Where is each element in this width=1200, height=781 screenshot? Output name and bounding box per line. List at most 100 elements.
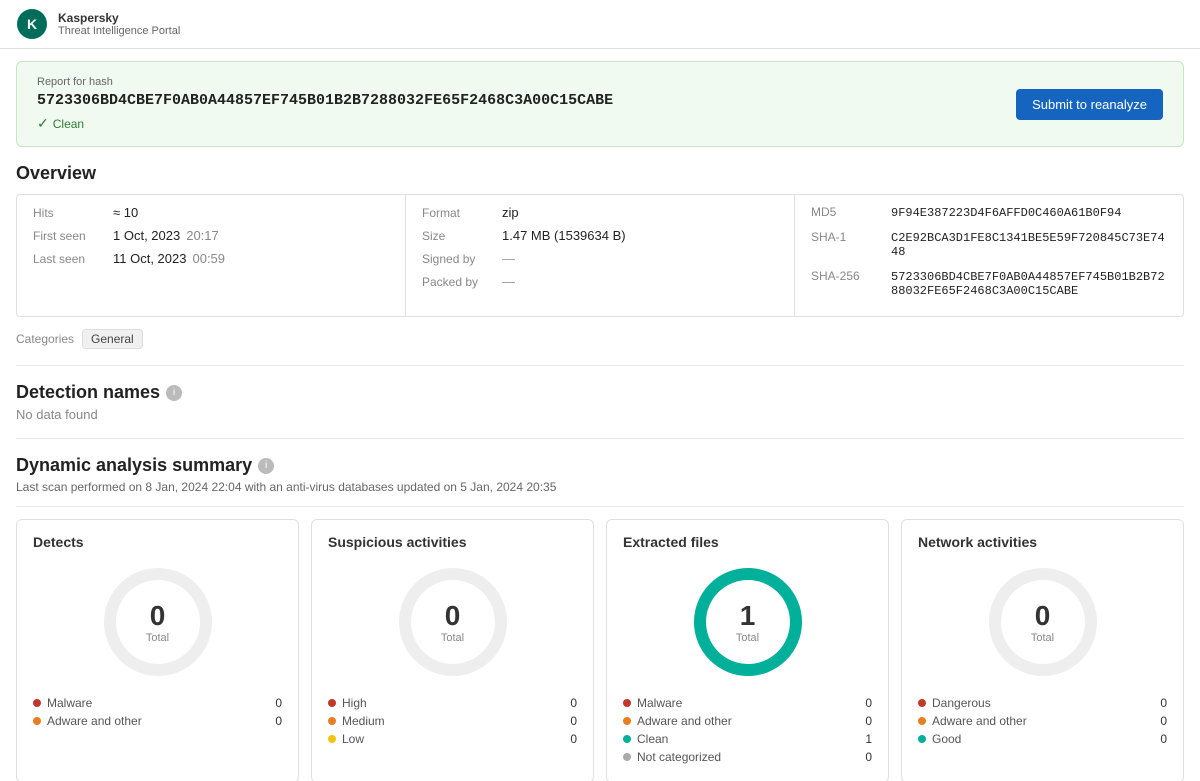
legend-item-network-2: Good 0 [918,732,1167,746]
header-title-block: Kaspersky Threat Intelligence Portal [58,11,180,37]
legend-dot-extracted-1 [623,717,631,725]
sha1-value: C2E92BCA3D1FE8C1341BE5E59F720845C73E7448 [891,231,1167,259]
legend-left-detects-0: Malware [33,696,92,710]
legend-name-network-1: Adware and other [932,714,1027,728]
legend-left-extracted-1: Adware and other [623,714,732,728]
overview-hits-row: Hits ≈ 10 [33,205,389,220]
categories-row: Categories General [16,329,1184,349]
firstseen-time: 20:17 [186,228,219,243]
card-title-network: Network activities [918,534,1167,550]
donut-label-detects: Total [146,632,169,644]
legend-left-suspicious-2: Low [328,732,364,746]
legend-item-extracted-3: Not categorized 0 [623,750,872,764]
overview-title: Overview [16,163,1184,184]
donut-number-suspicious: 0 [441,600,464,632]
legend-name-extracted-1: Adware and other [637,714,732,728]
legend-item-detects-0: Malware 0 [33,696,282,710]
sha256-value: 5723306BD4CBE7F0AB0A44857EF745B01B2B7288… [891,270,1167,298]
overview-size-row: Size 1.47 MB (1539634 B) [422,228,778,243]
legend-dot-network-2 [918,735,926,743]
report-label: Report for hash [37,76,613,88]
kaspersky-logo: K [16,8,48,40]
legend-left-extracted-2: Clean [623,732,668,746]
detection-title-row: Detection names i [16,382,1184,403]
legend-dot-network-1 [918,717,926,725]
legend-name-suspicious-2: Low [342,732,364,746]
legend-dot-detects-1 [33,717,41,725]
donut-label-suspicious: Total [441,632,464,644]
dynamic-title: Dynamic analysis summary [16,455,252,476]
dynamic-info-icon[interactable]: i [258,458,274,474]
legend-name-suspicious-0: High [342,696,367,710]
status-text: Clean [53,117,84,131]
legend-count-detects-1: 0 [275,714,282,728]
legend-dot-extracted-2 [623,735,631,743]
donut-container-detects: 0 Total [33,562,282,682]
format-value: zip [502,205,519,220]
donut-number-detects: 0 [146,600,169,632]
lastseen-label: Last seen [33,252,113,266]
overview-packed-row: Packed by — [422,274,778,289]
card-title-extracted: Extracted files [623,534,872,550]
legend-count-extracted-3: 0 [865,750,872,764]
legend-name-extracted-2: Clean [637,732,668,746]
legend-suspicious: High 0 Medium 0 Low [328,696,577,746]
legend-name-network-2: Good [932,732,961,746]
signed-label: Signed by [422,252,502,266]
legend-name-detects-1: Adware and other [47,714,142,728]
overview-grid: Hits ≈ 10 First seen 1 Oct, 2023 20:17 L… [16,194,1184,317]
legend-count-network-1: 0 [1160,714,1167,728]
legend-dot-network-0 [918,699,926,707]
packed-value: — [502,274,515,289]
legend-name-network-0: Dangerous [932,696,991,710]
legend-count-extracted-2: 1 [865,732,872,746]
legend-count-network-0: 0 [1160,696,1167,710]
signed-value: — [502,251,515,266]
legend-left-network-0: Dangerous [918,696,991,710]
report-hash: 5723306BD4CBE7F0AB0A44857EF745B01B2B7288… [37,92,613,109]
card-extracted: Extracted files 1 Total Malware [606,519,889,781]
md5-label: MD5 [811,205,891,219]
legend-name-extracted-0: Malware [637,696,682,710]
legend-count-extracted-1: 0 [865,714,872,728]
check-icon: ✓ [37,115,49,132]
legend-item-extracted-1: Adware and other 0 [623,714,872,728]
hits-label: Hits [33,206,113,220]
legend-dot-extracted-0 [623,699,631,707]
hits-value: ≈ 10 [113,205,138,220]
donut-container-suspicious: 0 Total [328,562,577,682]
md5-value: 9F94E387223D4F6AFFD0C460A61B0F94 [891,206,1121,220]
legend-item-network-0: Dangerous 0 [918,696,1167,710]
legend-item-extracted-0: Malware 0 [623,696,872,710]
overview-format-row: Format zip [422,205,778,220]
divider-1 [16,365,1184,366]
legend-detects: Malware 0 Adware and other 0 [33,696,282,728]
legend-name-suspicious-1: Medium [342,714,385,728]
donut-label-extracted: Total [736,632,759,644]
legend-count-detects-0: 0 [275,696,282,710]
header-subtitle: Threat Intelligence Portal [58,25,180,37]
dynamic-title-row: Dynamic analysis summary i [16,455,1184,476]
legend-item-detects-1: Adware and other 0 [33,714,282,728]
legend-name-detects-0: Malware [47,696,92,710]
donut-wrap-detects: 0 Total [98,562,218,682]
card-suspicious: Suspicious activities 0 Total High [311,519,594,781]
detection-info-icon[interactable]: i [166,385,182,401]
overview-firstseen-row: First seen 1 Oct, 2023 20:17 [33,228,389,243]
legend-dot-suspicious-1 [328,717,336,725]
donut-center-extracted: 1 Total [736,600,759,644]
legend-extracted: Malware 0 Adware and other 0 Clean [623,696,872,764]
report-banner: Report for hash 5723306BD4CBE7F0AB0A4485… [16,61,1184,147]
overview-md5-row: MD5 9F94E387223D4F6AFFD0C460A61B0F94 [811,205,1167,220]
packed-label: Packed by [422,275,502,289]
submit-reanalyze-button[interactable]: Submit to reanalyze [1016,89,1163,120]
report-status: ✓ Clean [37,115,613,132]
detection-no-data: No data found [16,407,1184,422]
sha256-label: SHA-256 [811,269,891,283]
legend-item-extracted-2: Clean 1 [623,732,872,746]
card-detects: Detects 0 Total Malware [16,519,299,781]
legend-name-extracted-3: Not categorized [637,750,721,764]
legend-item-suspicious-1: Medium 0 [328,714,577,728]
donut-container-network: 0 Total [918,562,1167,682]
categories-label: Categories [16,332,74,346]
